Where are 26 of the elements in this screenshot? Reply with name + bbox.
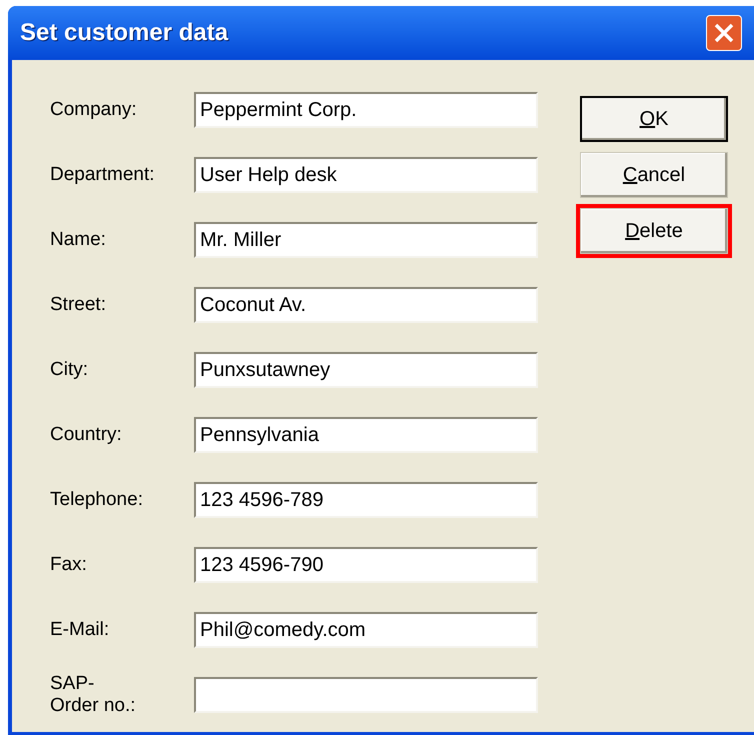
dialog-button[interactable]: Delete [580, 208, 728, 254]
dialog-button[interactable]: OK [580, 96, 728, 142]
dialog-button[interactable]: Cancel [580, 152, 728, 198]
field-label: SAP- Order no.: [50, 673, 137, 717]
field-label: Fax: [50, 554, 88, 576]
input-field[interactable]: 123 4596-790 [194, 547, 538, 583]
window-title: Set customer data [20, 18, 228, 48]
input-field[interactable]: Mr. Miller [194, 222, 538, 258]
input-field[interactable]: Coconut Av. [194, 287, 538, 323]
field-label: Telephone: [50, 489, 144, 511]
field-label: City: [50, 359, 89, 381]
input-field[interactable]: 123 4596-789 [194, 482, 538, 518]
input-field[interactable]: Punxsutawney [194, 352, 538, 388]
field-label: Company: [50, 99, 138, 121]
input-field[interactable]: Pennsylvania [194, 417, 538, 453]
field-label: E-Mail: [50, 619, 110, 641]
close-button[interactable] [706, 15, 742, 51]
field-label: Country: [50, 424, 123, 446]
input-field[interactable] [194, 677, 538, 713]
input-field[interactable]: Peppermint Corp. [194, 92, 538, 128]
field-label: Street: [50, 294, 107, 316]
input-field[interactable]: User Help desk [194, 157, 538, 193]
field-label: Department: [50, 164, 156, 186]
close-icon [713, 22, 735, 44]
field-label: Name: [50, 229, 107, 251]
input-field[interactable]: Phil@comedy.com [194, 612, 538, 648]
